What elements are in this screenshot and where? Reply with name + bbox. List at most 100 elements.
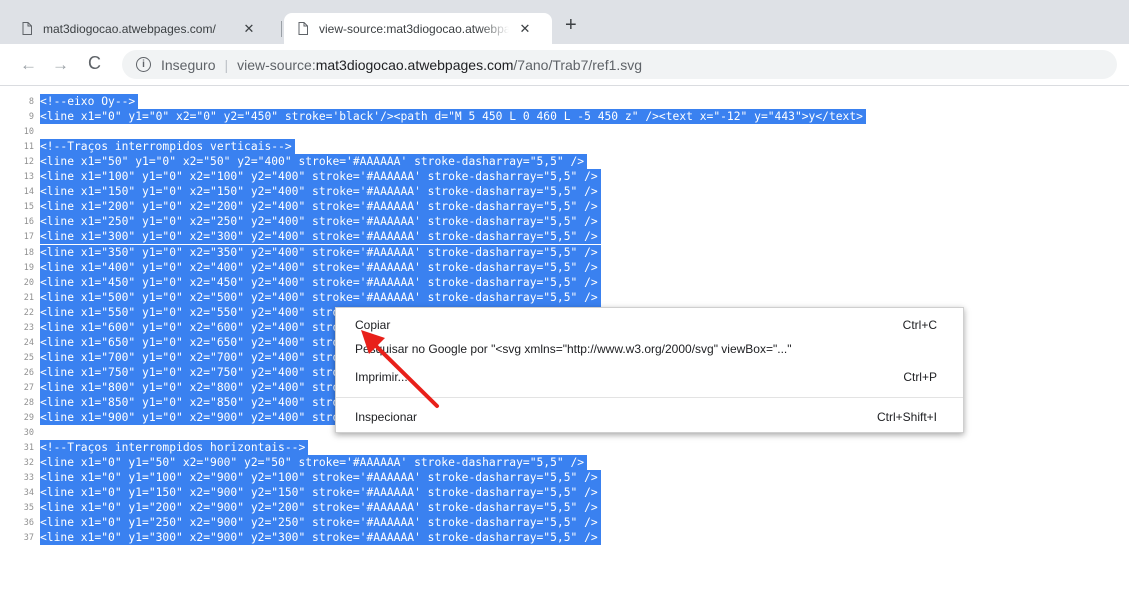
source-line: 19 <line x1="400" y1="0" x2="400" y2="400… <box>0 259 1129 275</box>
new-tab-button[interactable]: + <box>565 14 577 37</box>
tab-divider <box>281 21 282 37</box>
source-code[interactable]: <line x1="0" y1="250" x2="900" y2="250" … <box>40 515 601 531</box>
source-line: 31 <!--Traços interrompidos horizontais--… <box>0 440 1129 456</box>
line-number: 37 <box>23 533 34 544</box>
source-code[interactable]: <!--eixo Oy--> <box>40 94 139 109</box>
source-line: 33 <line x1="0" y1="100" x2="900" y2="100… <box>0 470 1129 486</box>
source-code[interactable]: <!--Traços interrompidos horizontais--> <box>40 440 309 456</box>
line-number: 13 <box>23 172 34 183</box>
line-number: 17 <box>23 232 34 243</box>
source-code[interactable]: <line x1="0" y1="0" x2="0" y2="450" stro… <box>40 109 866 125</box>
url-path[interactable]: /7ano/Trab7/ref1.svg <box>513 57 642 73</box>
page-icon <box>22 22 32 35</box>
line-number: 21 <box>23 292 34 303</box>
source-code[interactable]: <line x1="50" y1="0" x2="50" y2="400" st… <box>40 154 588 170</box>
reload-icon[interactable]: C <box>88 53 101 74</box>
source-line: 12 <line x1="50" y1="0" x2="50" y2="400" … <box>0 154 1129 170</box>
line-number: 11 <box>23 142 34 153</box>
source-line: 35 <line x1="0" y1="200" x2="900" y2="200… <box>0 500 1129 516</box>
tab-title: mat3diogocao.atwebpages.com/ <box>43 21 216 36</box>
source-code[interactable]: <line x1="0" y1="200" x2="900" y2="200" … <box>40 500 601 516</box>
line-number: 26 <box>23 367 34 378</box>
menu-divider <box>336 397 963 398</box>
source-line: 17 <line x1="300" y1="0" x2="300" y2="400… <box>0 229 1129 245</box>
line-number: 15 <box>23 202 34 213</box>
tab-view-source[interactable]: view-source:mat3diogocao.atwebpages.com … <box>284 13 552 44</box>
menu-item-inspect[interactable]: Inspecionar Ctrl+Shift+I <box>336 406 963 428</box>
source-line: 13 <line x1="100" y1="0" x2="100" y2="400… <box>0 169 1129 185</box>
line-number: 10 <box>23 127 34 138</box>
line-number: 22 <box>23 307 34 318</box>
line-number: 32 <box>23 458 34 469</box>
source-code[interactable]: <line x1="0" y1="150" x2="900" y2="150" … <box>40 485 601 501</box>
tab-title: view-source:mat3diogocao.atwebpages.com <box>319 21 509 36</box>
source-line: 21 <line x1="500" y1="0" x2="500" y2="400… <box>0 289 1129 305</box>
source-code[interactable]: <line x1="100" y1="0" x2="100" y2="400" … <box>40 169 601 185</box>
line-number: 8 <box>28 97 34 107</box>
source-code[interactable]: <line x1="250" y1="0" x2="250" y2="400" … <box>40 214 601 230</box>
close-icon[interactable]: ✕ <box>517 21 533 37</box>
line-number: 16 <box>23 217 34 228</box>
toolbar: ← → C i Inseguro | view-source: mat3diogo… <box>0 44 1129 86</box>
source-code[interactable]: <line x1="450" y1="0" x2="450" y2="400" … <box>40 274 601 290</box>
source-line: 37 <line x1="0" y1="300" x2="900" y2="300… <box>0 530 1129 546</box>
menu-item-label: Copiar <box>355 318 391 332</box>
address-bar[interactable]: i Inseguro | view-source: mat3diogocao.at… <box>122 50 1117 79</box>
line-number: 31 <box>23 443 34 454</box>
menu-item-label: Inspecionar <box>355 410 418 424</box>
source-line: 34 <line x1="0" y1="150" x2="900" y2="150… <box>0 485 1129 501</box>
url-scheme[interactable]: view-source: <box>237 57 316 73</box>
source-line: 11 <!--Traços interrompidos verticais--> <box>0 139 1129 155</box>
line-number: 27 <box>23 382 34 393</box>
line-number: 33 <box>23 473 34 484</box>
close-icon[interactable]: ✕ <box>241 21 257 37</box>
source-line: 14 <line x1="150" y1="0" x2="150" y2="400… <box>0 184 1129 200</box>
menu-item-shortcut: Ctrl+Shift+I <box>876 410 937 424</box>
line-number: 14 <box>23 187 34 198</box>
source-code[interactable]: <!--Traços interrompidos verticais--> <box>40 139 295 155</box>
page-icon <box>298 22 308 35</box>
source-code[interactable]: <line x1="500" y1="0" x2="500" y2="400" … <box>40 289 601 305</box>
line-number: 34 <box>23 488 34 499</box>
source-line: 32 <line x1="0" y1="50" x2="900" y2="50" … <box>0 455 1129 471</box>
source-line: 9 <line x1="0" y1="0" x2="0" y2="450" str… <box>0 109 1129 125</box>
forward-icon[interactable]: → <box>52 55 69 75</box>
menu-item-copy[interactable]: Copiar Ctrl+C <box>336 314 963 336</box>
source-line: 36 <line x1="0" y1="250" x2="900" y2="250… <box>0 515 1129 531</box>
url-host[interactable]: mat3diogocao.atwebpages.com <box>316 57 514 73</box>
tab-site[interactable]: mat3diogocao.atwebpages.com/ ✕ <box>8 13 280 44</box>
source-line: 8 <!--eixo Oy--> <box>0 94 1129 109</box>
line-number: 24 <box>23 337 34 348</box>
menu-item-print[interactable]: Imprimir... Ctrl+P <box>336 366 963 388</box>
context-menu: Copiar Ctrl+C Pesquisar no Google por "<… <box>335 307 964 433</box>
source-code[interactable]: <line x1="350" y1="0" x2="350" y2="400" … <box>40 244 601 260</box>
line-number: 19 <box>23 262 34 273</box>
source-code[interactable]: <line x1="150" y1="0" x2="150" y2="400" … <box>40 184 601 200</box>
source-code[interactable]: <line x1="0" y1="100" x2="900" y2="100" … <box>40 470 601 486</box>
line-number: 9 <box>28 112 34 123</box>
line-number: 29 <box>23 413 34 424</box>
source-line: 18 <line x1="350" y1="0" x2="350" y2="400… <box>0 244 1129 260</box>
source-code[interactable]: <line x1="0" y1="300" x2="900" y2="300" … <box>40 530 601 546</box>
line-number: 25 <box>23 352 34 363</box>
source-code[interactable]: <line x1="0" y1="50" x2="900" y2="50" st… <box>40 455 588 471</box>
info-icon[interactable]: i <box>136 57 151 72</box>
menu-item-shortcut: Ctrl+C <box>902 318 937 332</box>
menu-item-search-google[interactable]: Pesquisar no Google por "<svg xmlns="htt… <box>336 338 963 360</box>
source-line: 16 <line x1="250" y1="0" x2="250" y2="400… <box>0 214 1129 230</box>
source-line: 10 <box>0 124 1129 139</box>
back-icon[interactable]: ← <box>20 55 37 75</box>
security-label[interactable]: Inseguro <box>161 57 215 73</box>
line-number: 12 <box>23 157 34 168</box>
source-code[interactable]: <line x1="400" y1="0" x2="400" y2="400" … <box>40 259 601 275</box>
line-number: 28 <box>23 398 34 408</box>
source-code[interactable]: <line x1="200" y1="0" x2="200" y2="400" … <box>40 199 601 215</box>
line-number: 20 <box>23 277 34 288</box>
line-number: 35 <box>23 503 34 514</box>
line-number: 18 <box>23 247 34 258</box>
line-number: 30 <box>23 428 34 439</box>
tab-strip: mat3diogocao.atwebpages.com/ ✕ view-sour… <box>0 0 1129 44</box>
source-line: 20 <line x1="450" y1="0" x2="450" y2="400… <box>0 274 1129 290</box>
source-code[interactable]: <line x1="300" y1="0" x2="300" y2="400" … <box>40 229 601 245</box>
menu-item-label: Imprimir... <box>355 370 408 384</box>
